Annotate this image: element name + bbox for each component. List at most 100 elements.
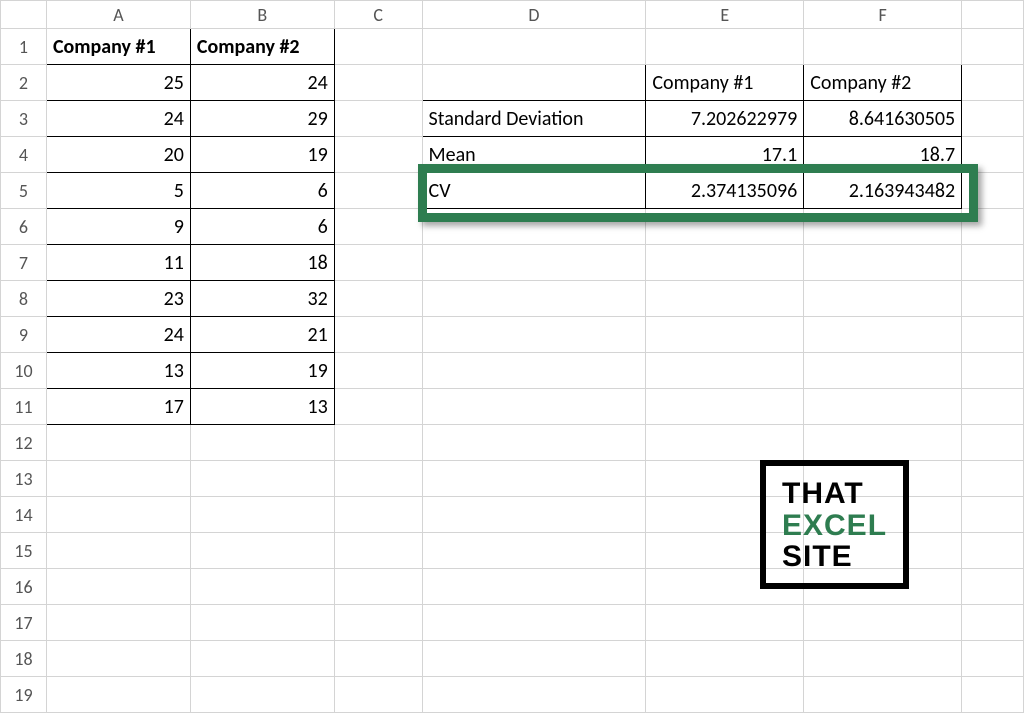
row-header-13[interactable]: 13 bbox=[1, 461, 47, 497]
cell-A18[interactable] bbox=[46, 641, 190, 677]
cell-D14[interactable] bbox=[422, 497, 646, 533]
cell-A9[interactable]: 24 bbox=[46, 317, 190, 353]
cell-F2[interactable]: Company #2 bbox=[804, 65, 962, 101]
cell-F7[interactable] bbox=[804, 245, 962, 281]
col-header-B[interactable]: B bbox=[190, 1, 334, 29]
cell-C1[interactable] bbox=[334, 29, 422, 65]
cell-E11[interactable] bbox=[646, 389, 804, 425]
cell-D4[interactable]: Mean bbox=[422, 137, 646, 173]
cell-A4[interactable]: 20 bbox=[46, 137, 190, 173]
cell-B8[interactable]: 32 bbox=[190, 281, 334, 317]
cell-F10[interactable] bbox=[804, 353, 962, 389]
cell-A8[interactable]: 23 bbox=[46, 281, 190, 317]
row-header-15[interactable]: 15 bbox=[1, 533, 47, 569]
row-header-3[interactable]: 3 bbox=[1, 101, 47, 137]
cell-D13[interactable] bbox=[422, 461, 646, 497]
cell-G4[interactable] bbox=[962, 137, 1024, 173]
cell-G14[interactable] bbox=[962, 497, 1024, 533]
cell-F6[interactable] bbox=[804, 209, 962, 245]
cell-D6[interactable] bbox=[422, 209, 646, 245]
cell-D8[interactable] bbox=[422, 281, 646, 317]
cell-C4[interactable] bbox=[334, 137, 422, 173]
cell-B17[interactable] bbox=[190, 605, 334, 641]
cell-E10[interactable] bbox=[646, 353, 804, 389]
cell-D19[interactable] bbox=[422, 677, 646, 713]
cell-B19[interactable] bbox=[190, 677, 334, 713]
cell-B11[interactable]: 13 bbox=[190, 389, 334, 425]
cell-C11[interactable] bbox=[334, 389, 422, 425]
cell-B2[interactable]: 24 bbox=[190, 65, 334, 101]
row-header-9[interactable]: 9 bbox=[1, 317, 47, 353]
cell-A6[interactable]: 9 bbox=[46, 209, 190, 245]
row-header-16[interactable]: 16 bbox=[1, 569, 47, 605]
cell-G19[interactable] bbox=[962, 677, 1024, 713]
cell-D12[interactable] bbox=[422, 425, 646, 461]
cell-B3[interactable]: 29 bbox=[190, 101, 334, 137]
cell-C10[interactable] bbox=[334, 353, 422, 389]
cell-E8[interactable] bbox=[646, 281, 804, 317]
col-header-C[interactable]: C bbox=[334, 1, 422, 29]
cell-C8[interactable] bbox=[334, 281, 422, 317]
col-header-F[interactable]: F bbox=[804, 1, 962, 29]
cell-B14[interactable] bbox=[190, 497, 334, 533]
cell-G17[interactable] bbox=[962, 605, 1024, 641]
cell-B5[interactable]: 6 bbox=[190, 173, 334, 209]
cell-C19[interactable] bbox=[334, 677, 422, 713]
cell-F4[interactable]: 18.7 bbox=[804, 137, 962, 173]
cell-E2[interactable]: Company #1 bbox=[646, 65, 804, 101]
cell-D10[interactable] bbox=[422, 353, 646, 389]
cell-D11[interactable] bbox=[422, 389, 646, 425]
row-header-10[interactable]: 10 bbox=[1, 353, 47, 389]
cell-A15[interactable] bbox=[46, 533, 190, 569]
cell-G16[interactable] bbox=[962, 569, 1024, 605]
cell-C15[interactable] bbox=[334, 533, 422, 569]
cell-G3[interactable] bbox=[962, 101, 1024, 137]
row-header-19[interactable]: 19 bbox=[1, 677, 47, 713]
cell-F1[interactable] bbox=[804, 29, 962, 65]
cell-G1[interactable] bbox=[962, 29, 1024, 65]
cell-A5[interactable]: 5 bbox=[46, 173, 190, 209]
cell-A19[interactable] bbox=[46, 677, 190, 713]
row-header-17[interactable]: 17 bbox=[1, 605, 47, 641]
row-header-4[interactable]: 4 bbox=[1, 137, 47, 173]
cell-B4[interactable]: 19 bbox=[190, 137, 334, 173]
row-header-12[interactable]: 12 bbox=[1, 425, 47, 461]
cell-B10[interactable]: 19 bbox=[190, 353, 334, 389]
cell-A13[interactable] bbox=[46, 461, 190, 497]
cell-B6[interactable]: 6 bbox=[190, 209, 334, 245]
cell-A7[interactable]: 11 bbox=[46, 245, 190, 281]
cell-D7[interactable] bbox=[422, 245, 646, 281]
cell-C2[interactable] bbox=[334, 65, 422, 101]
cell-C14[interactable] bbox=[334, 497, 422, 533]
cell-E1[interactable] bbox=[646, 29, 804, 65]
cell-A16[interactable] bbox=[46, 569, 190, 605]
cell-grid[interactable]: A B C D E F 1 Company #1 Company #2 2 25… bbox=[0, 0, 1024, 713]
cell-B7[interactable]: 18 bbox=[190, 245, 334, 281]
cell-F19[interactable] bbox=[804, 677, 962, 713]
col-header-G[interactable] bbox=[962, 1, 1024, 29]
cell-A1[interactable]: Company #1 bbox=[46, 29, 190, 65]
col-header-D[interactable]: D bbox=[422, 1, 646, 29]
cell-G13[interactable] bbox=[962, 461, 1024, 497]
cell-D2[interactable] bbox=[422, 65, 646, 101]
row-header-11[interactable]: 11 bbox=[1, 389, 47, 425]
cell-A3[interactable]: 24 bbox=[46, 101, 190, 137]
cell-C9[interactable] bbox=[334, 317, 422, 353]
cell-F18[interactable] bbox=[804, 641, 962, 677]
cell-F8[interactable] bbox=[804, 281, 962, 317]
cell-B9[interactable]: 21 bbox=[190, 317, 334, 353]
row-header-1[interactable]: 1 bbox=[1, 29, 47, 65]
col-header-E[interactable]: E bbox=[646, 1, 804, 29]
cell-G9[interactable] bbox=[962, 317, 1024, 353]
cell-F3[interactable]: 8.641630505 bbox=[804, 101, 962, 137]
row-header-7[interactable]: 7 bbox=[1, 245, 47, 281]
cell-B16[interactable] bbox=[190, 569, 334, 605]
cell-D16[interactable] bbox=[422, 569, 646, 605]
cell-E3[interactable]: 7.202622979 bbox=[646, 101, 804, 137]
row-header-18[interactable]: 18 bbox=[1, 641, 47, 677]
cell-D3[interactable]: Standard Deviation bbox=[422, 101, 646, 137]
cell-C18[interactable] bbox=[334, 641, 422, 677]
cell-G7[interactable] bbox=[962, 245, 1024, 281]
cell-A10[interactable]: 13 bbox=[46, 353, 190, 389]
cell-A14[interactable] bbox=[46, 497, 190, 533]
